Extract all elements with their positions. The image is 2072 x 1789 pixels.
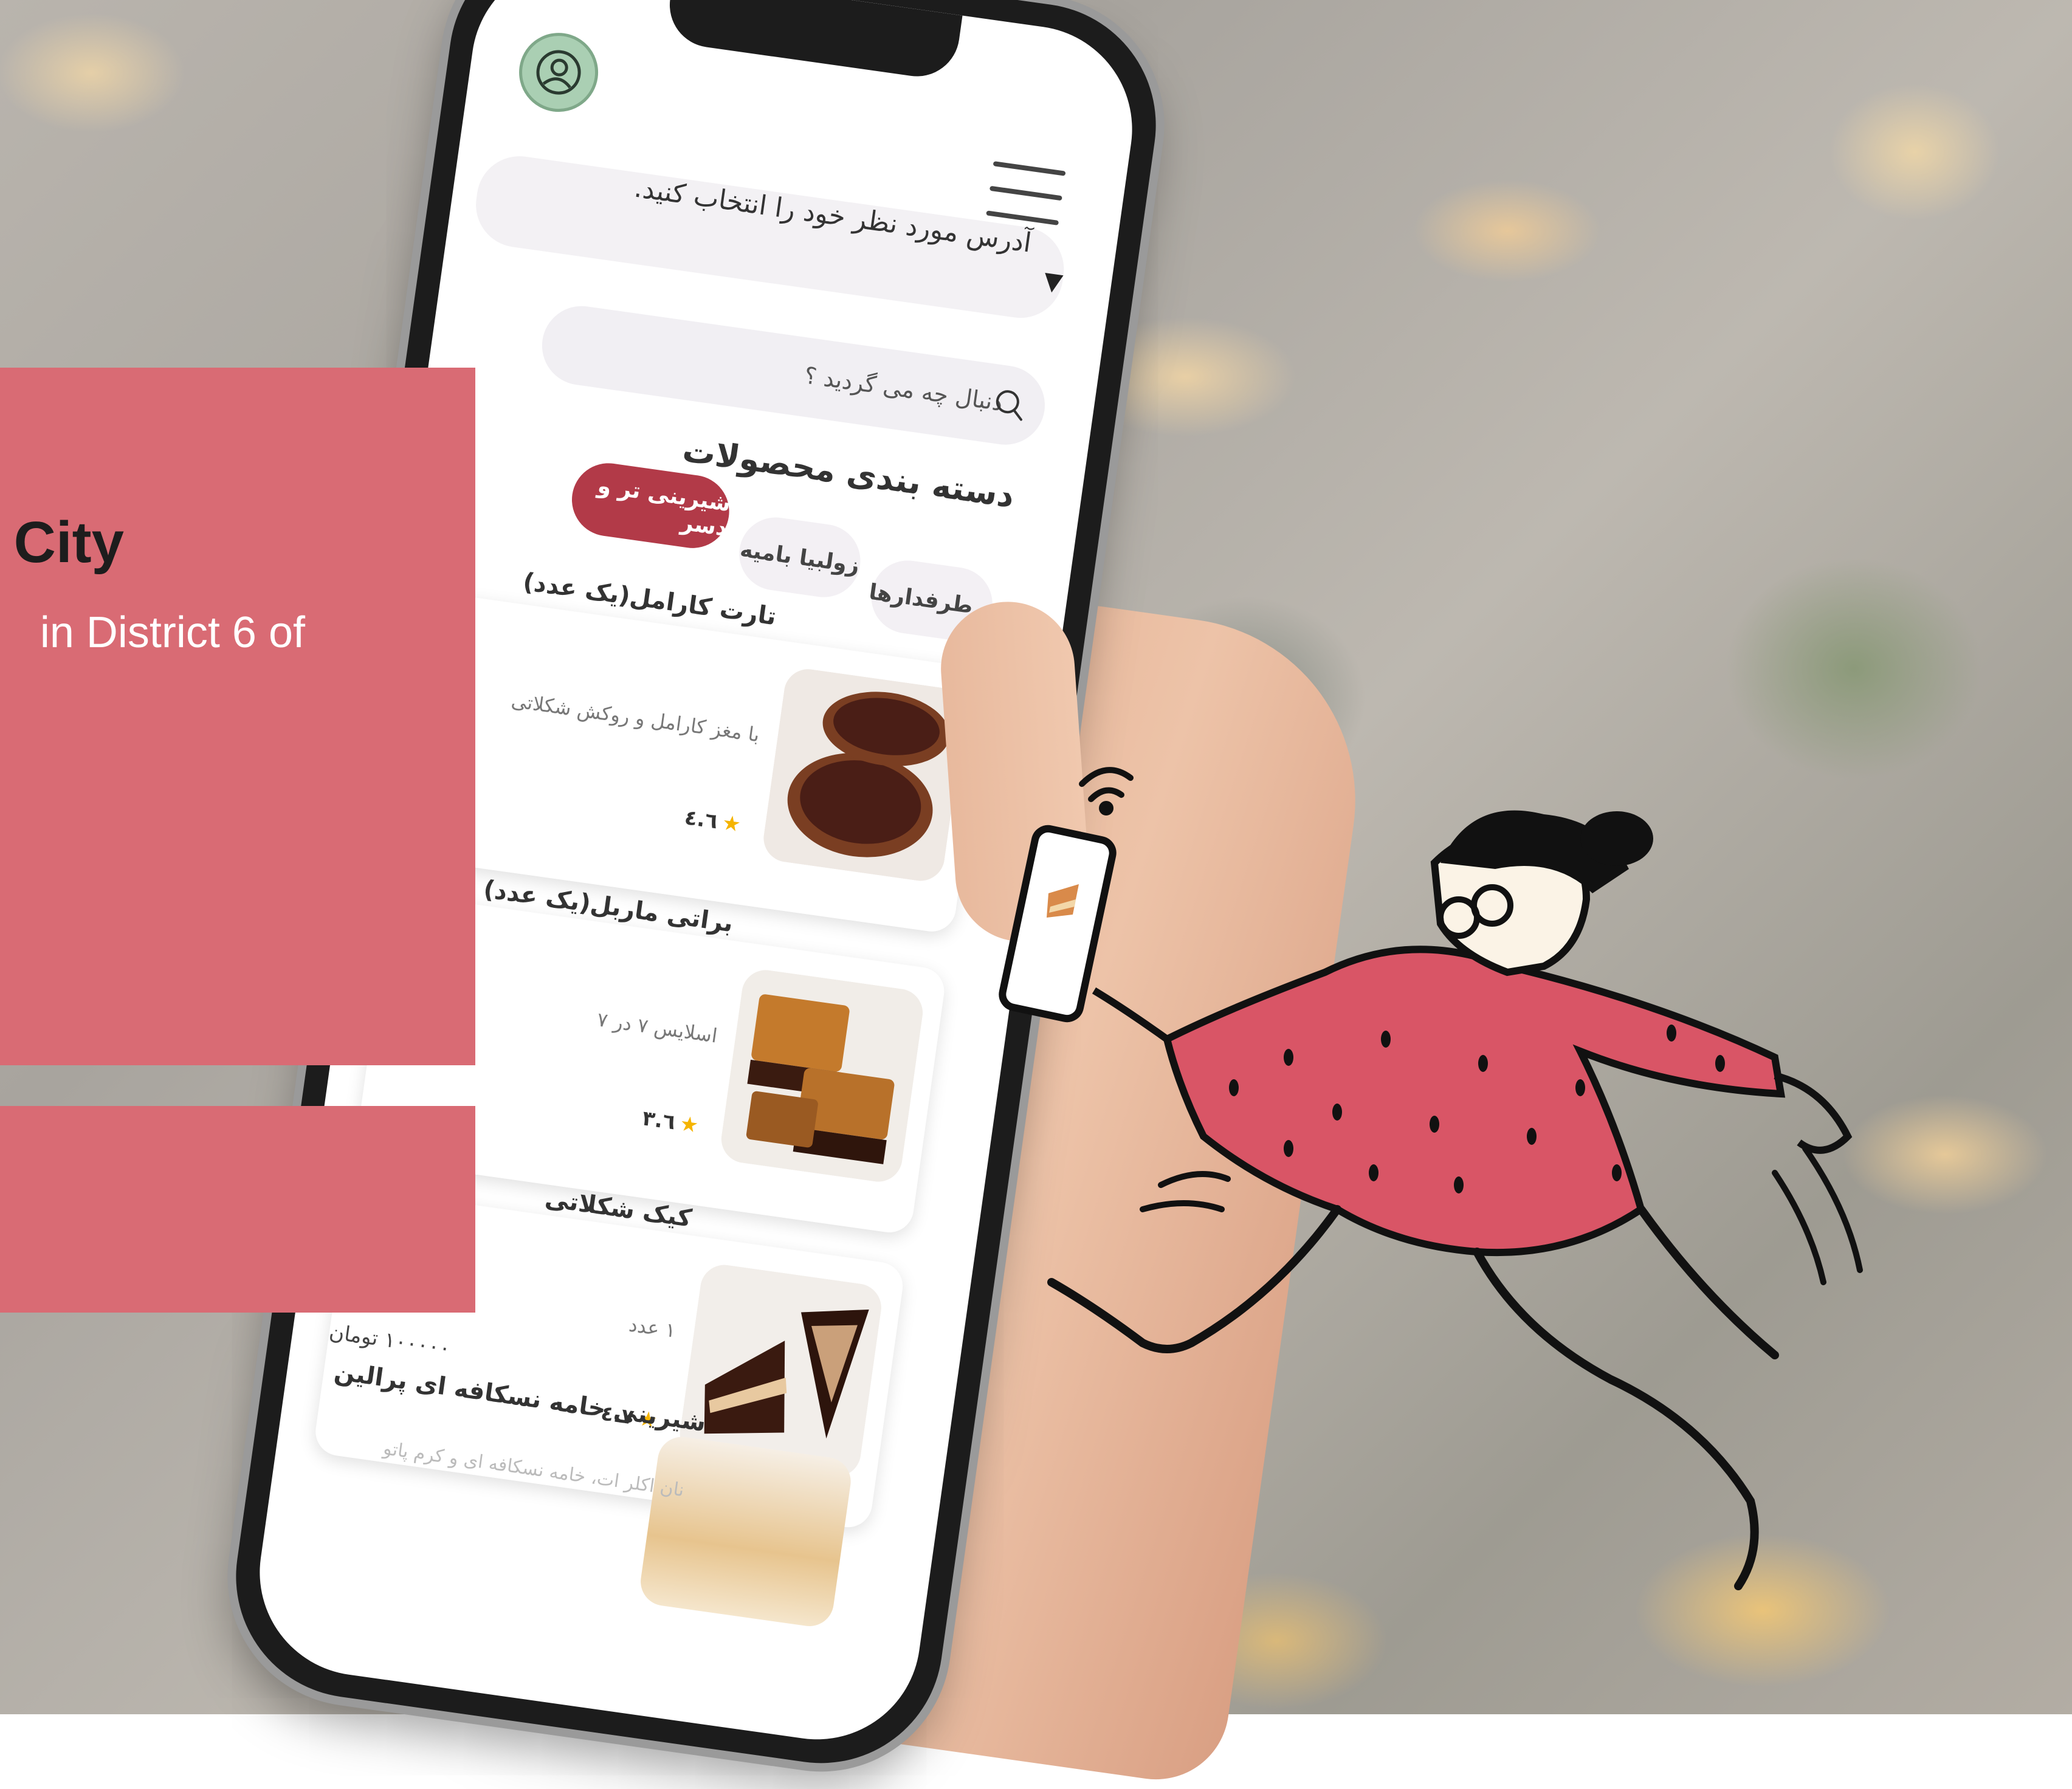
hamburger-menu-icon[interactable] bbox=[986, 161, 1066, 225]
running-girl-illustration bbox=[999, 767, 1863, 1590]
promo-panel bbox=[0, 368, 475, 1065]
product-image bbox=[718, 967, 926, 1185]
category-chip-zoolbia[interactable]: زولبیا بامیه bbox=[734, 512, 866, 602]
star-icon: ★ bbox=[720, 810, 743, 837]
search-input[interactable] bbox=[537, 301, 1050, 450]
wifi-icon bbox=[1079, 767, 1134, 816]
caret-down-icon[interactable]: ▼ bbox=[1042, 267, 1064, 297]
star-icon: ★ bbox=[678, 1111, 700, 1138]
product-title: تارت کارامل(یک عدد) bbox=[521, 568, 778, 631]
product-description: با مغز کارامل و روکش شکلاتی bbox=[509, 688, 762, 747]
product-rating: ٣.٦ ★ bbox=[641, 1106, 700, 1138]
product-description: اسلایس ۷ در ۷ bbox=[596, 1008, 719, 1048]
rating-value: ٣.٦ bbox=[641, 1106, 677, 1135]
panel-title: City bbox=[13, 510, 124, 575]
product-image bbox=[637, 1434, 854, 1630]
product-rating: ٤.٦ ★ bbox=[683, 805, 743, 837]
phone-notch bbox=[664, 0, 963, 82]
panel-subtitle: in District 6 of bbox=[40, 608, 305, 657]
search-icon[interactable] bbox=[991, 385, 1029, 424]
profile-avatar-icon[interactable] bbox=[514, 27, 604, 117]
promo-panel-secondary bbox=[0, 1106, 475, 1313]
rating-value: ٤.٦ bbox=[683, 805, 720, 834]
product-description: ۱ عدد bbox=[627, 1313, 678, 1342]
